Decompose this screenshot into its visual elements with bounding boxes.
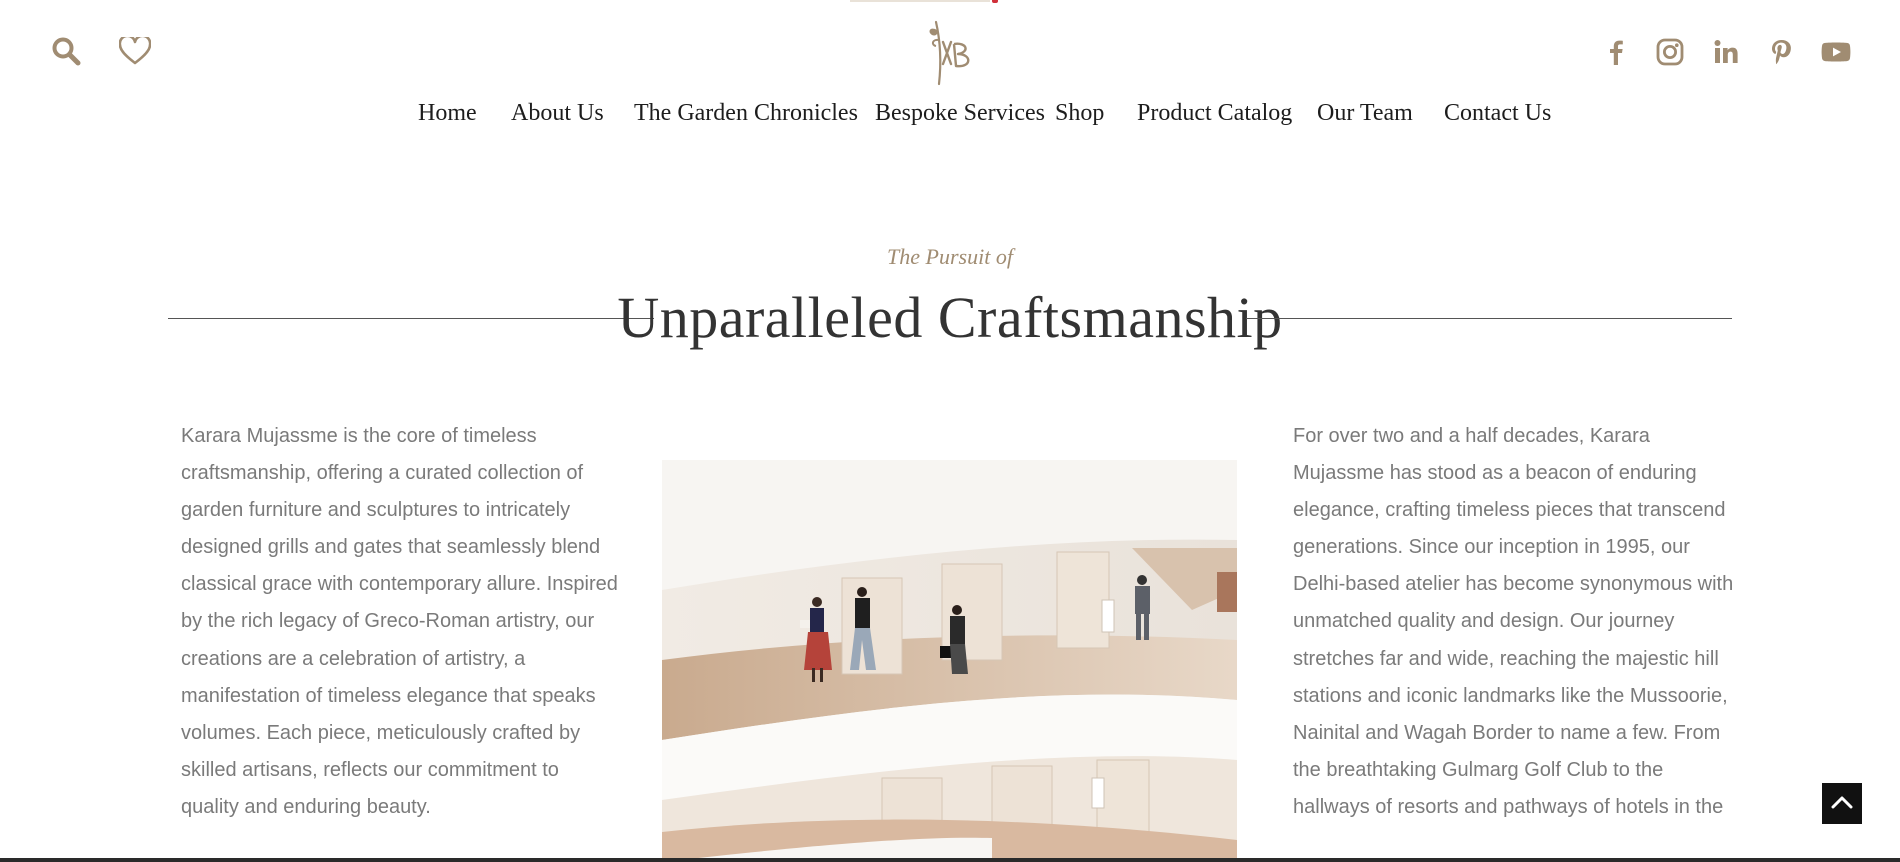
- facebook-icon[interactable]: [1599, 36, 1631, 68]
- intro-text-left: Karara Mujassme is the core of timeless …: [181, 425, 618, 818]
- youtube-icon[interactable]: [1820, 36, 1852, 68]
- nav-item-about-us[interactable]: About Us: [511, 100, 604, 127]
- nav-item-our-team[interactable]: Our Team: [1317, 100, 1413, 127]
- viewport-bottom-edge: [0, 858, 1900, 862]
- title-rule-right: [1246, 318, 1732, 319]
- nav-item-bespoke-services[interactable]: Bespoke Services: [875, 100, 1045, 127]
- brand-logo[interactable]: [912, 14, 988, 88]
- search-icon[interactable]: [49, 34, 83, 68]
- pinterest-icon[interactable]: [1765, 36, 1797, 68]
- nav-item-contact-us[interactable]: Contact Us: [1444, 100, 1551, 127]
- linkedin-icon[interactable]: [1710, 36, 1742, 68]
- instagram-icon[interactable]: [1654, 36, 1686, 68]
- main-nav: Home About Us The Garden Chronicles Besp…: [0, 100, 1900, 140]
- nav-item-product-catalog[interactable]: Product Catalog: [1137, 100, 1292, 127]
- scroll-to-top-button[interactable]: [1822, 783, 1862, 824]
- nav-item-shop[interactable]: Shop: [1055, 100, 1104, 127]
- top-strip: [850, 0, 1000, 3]
- gallery-photo: [662, 460, 1237, 862]
- section-kicker: The Pursuit of: [887, 244, 1013, 269]
- nav-item-home[interactable]: Home: [418, 100, 477, 127]
- nav-item-garden-chronicles[interactable]: The Garden Chronicles: [634, 100, 858, 127]
- intro-text-right: For over two and a half decades, Karara …: [1293, 425, 1734, 818]
- site-header: Home About Us The Garden Chronicles Besp…: [0, 0, 1900, 150]
- heart-icon[interactable]: [118, 34, 152, 68]
- chevron-up-icon: [1831, 794, 1853, 813]
